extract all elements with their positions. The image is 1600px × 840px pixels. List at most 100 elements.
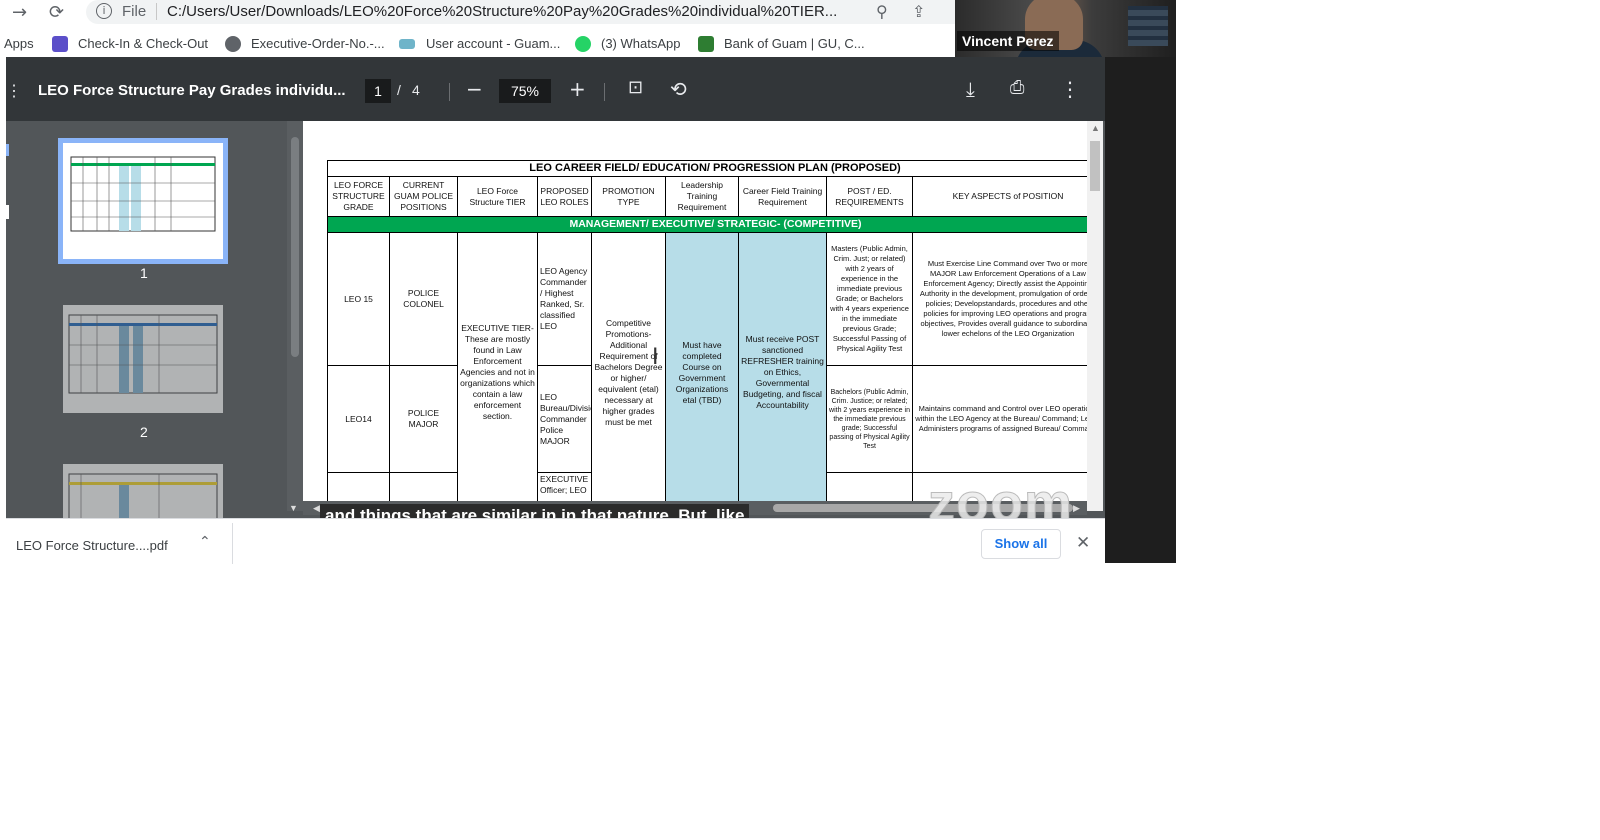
post-ed-cell [826,472,913,501]
section-band-row: MANAGEMENT/ EXECUTIVE/ STRATEGIC- (COMPE… [327,216,1087,233]
url-text[interactable]: C:/Users/User/Downloads/LEO%20Force%20St… [167,3,867,20]
participant-video: Vincent Perez [955,0,1176,57]
thumbnail-preview [68,314,218,394]
bank-icon [698,36,714,52]
column-header: KEY ASPECTS of POSITION [912,176,1087,217]
thumbnail-preview [70,156,216,232]
career-training-cell: Must receive POST sanctioned REFRESHER t… [738,232,827,501]
sidebar-scrollbar[interactable] [287,121,303,511]
grade-cell: LEO14 [327,365,390,473]
page-thumbnail-3[interactable] [63,464,223,518]
rotate-icon[interactable]: ⟲ [670,77,687,101]
bookmark-bank-of-guam[interactable]: Bank of Guam | GU, C... [724,36,865,51]
tier-cell: EXECUTIVE TIER- These are mostly found i… [457,232,538,501]
column-header: PROMOTION TYPE [591,176,666,217]
chevron-up-icon[interactable]: ⌃ [199,534,211,550]
toolbar-divider [604,83,605,101]
key-aspects-cell: Maintains command and Control over LEO o… [912,365,1087,473]
sidebar-marker [6,205,9,219]
document-title: LEO Force Structure Pay Grades individu.… [38,82,346,99]
download-divider [232,523,233,564]
pdf-table-title: LEO CAREER FIELD/ EDUCATION/ PROGRESSION… [327,160,1087,176]
zoom-panel-background [1105,57,1176,563]
post-ed-cell: Bachelors (Public Admin, Crim. Justice; … [826,365,913,473]
table-header-row: LEO FORCE STRUCTURE GRADE CURRENT GUAM P… [327,176,1087,217]
bookmark-apps[interactable]: Apps [4,36,34,51]
sidebar-marker [6,144,9,156]
role-cell: LEO Bureau/Division Commander Police MAJ… [537,365,592,473]
page-thumbnail-2[interactable] [63,305,223,413]
show-all-button[interactable]: Show all [981,529,1061,559]
scroll-left-icon[interactable]: ◀ [313,503,320,514]
sidebar-menu-icon[interactable]: ⋮ [6,81,22,101]
zoom-icon[interactable]: ⚲ [876,2,888,21]
cloud-icon [399,39,415,49]
position-cell [389,472,458,501]
address-bar[interactable]: i File C:/Users/User/Downloads/LEO%20For… [86,0,966,24]
column-header: Leadership Training Requirement [665,176,739,217]
bookmark-check-in[interactable]: Check-In & Check-Out [78,36,208,51]
grade-cell: LEO 15 [327,232,390,366]
pdf-viewer: ⋮ LEO Force Structure Pay Grades individ… [6,57,1105,518]
column-header: LEO FORCE STRUCTURE GRADE [327,176,390,217]
table-row: LEO 15 POLICE COLONEL EXECUTIVE TIER- Th… [327,232,1087,501]
share-icon[interactable]: ⇪ [912,2,925,21]
zoom-level-input[interactable]: 75% [499,79,551,103]
page-total: 4 [412,82,420,98]
progression-table: LEO FORCE STRUCTURE GRADE CURRENT GUAM P… [327,176,1087,501]
grade-cell [327,472,390,501]
back-arrow-icon[interactable]: → [12,2,27,23]
print-icon[interactable]: ⎙ [1010,77,1024,98]
position-cell: POLICE MAJOR [389,365,458,473]
url-scheme: File [122,3,147,20]
reload-icon[interactable]: ⟳ [49,2,64,23]
section-band: MANAGEMENT/ EXECUTIVE/ STRATEGIC- (COMPE… [327,216,1087,233]
page-number-input[interactable]: 1 [365,79,391,103]
bookmark-user-account[interactable]: User account - Guam... [426,36,560,51]
thumbnail-label-1: 1 [140,265,148,281]
position-cell: POLICE COLONEL [389,232,458,366]
key-aspects-cell: Must Exercise Line Command over Two or m… [912,232,1087,366]
column-header: POST / ED. REQUIREMENTS [826,176,913,217]
leadership-cell: Must have completed Course on Government… [665,232,739,501]
column-header: CURRENT GUAM POLICE POSITIONS [389,176,458,217]
checklist-icon [52,36,68,52]
close-icon[interactable]: ✕ [1076,533,1090,553]
thumbnail-sidebar: 1 2 [6,121,287,518]
thumbnail-preview [68,473,218,518]
scroll-down-icon[interactable]: ▼ [289,503,298,513]
background-shelf [1128,6,1168,46]
url-divider [156,3,157,20]
document-scroll-thumb[interactable] [1090,141,1100,191]
page-thumbnail-1[interactable] [63,143,223,259]
document-area[interactable]: LEO CAREER FIELD/ EDUCATION/ PROGRESSION… [287,121,1105,518]
sidebar-scroll-thumb[interactable] [291,137,299,357]
scroll-right-icon[interactable]: ▶ [1073,503,1080,514]
pdf-page: LEO CAREER FIELD/ EDUCATION/ PROGRESSION… [303,121,1087,501]
more-options-icon[interactable]: ⋮ [1060,77,1080,101]
bookmark-whatsapp[interactable]: (3) WhatsApp [601,36,680,51]
zoom-in-icon[interactable]: + [569,77,586,101]
column-header: Career Field Training Requirement [738,176,827,217]
participant-name: Vincent Perez [957,31,1059,51]
page-separator: / [397,82,401,98]
thumbnail-label-2: 2 [140,424,148,440]
role-cell: EXECUTIVE Officer; LEO [537,472,592,501]
scroll-up-icon[interactable]: ▲ [1091,123,1100,133]
column-header: LEO Force Structure TIER [457,176,538,217]
downloads-bar: LEO Force Structure....pdf ⌃ Show all ✕ [6,518,1105,564]
role-cell: LEO Agency Commander / Highest Ranked, S… [537,232,592,366]
zoom-out-icon[interactable]: − [466,77,483,101]
info-icon[interactable]: i [96,3,112,19]
document-scrollbar[interactable]: ▲ [1087,121,1103,511]
download-item[interactable]: LEO Force Structure....pdf [16,538,168,553]
screen: → ⟳ i File C:/Users/User/Downloads/LEO%2… [0,0,1600,840]
bookmark-executive-order[interactable]: Executive-Order-No.-... [251,36,385,51]
column-header: PROPOSED LEO ROLES [537,176,592,217]
whatsapp-icon [575,36,591,52]
bookmarks-bar: Apps Check-In & Check-Out Executive-Orde… [0,32,960,58]
download-icon[interactable]: ⤓ [966,77,975,101]
pdf-toolbar: ⋮ LEO Force Structure Pay Grades individ… [6,57,1105,121]
toolbar-divider [449,83,450,101]
fit-to-page-icon[interactable]: ⊡ [628,77,643,98]
